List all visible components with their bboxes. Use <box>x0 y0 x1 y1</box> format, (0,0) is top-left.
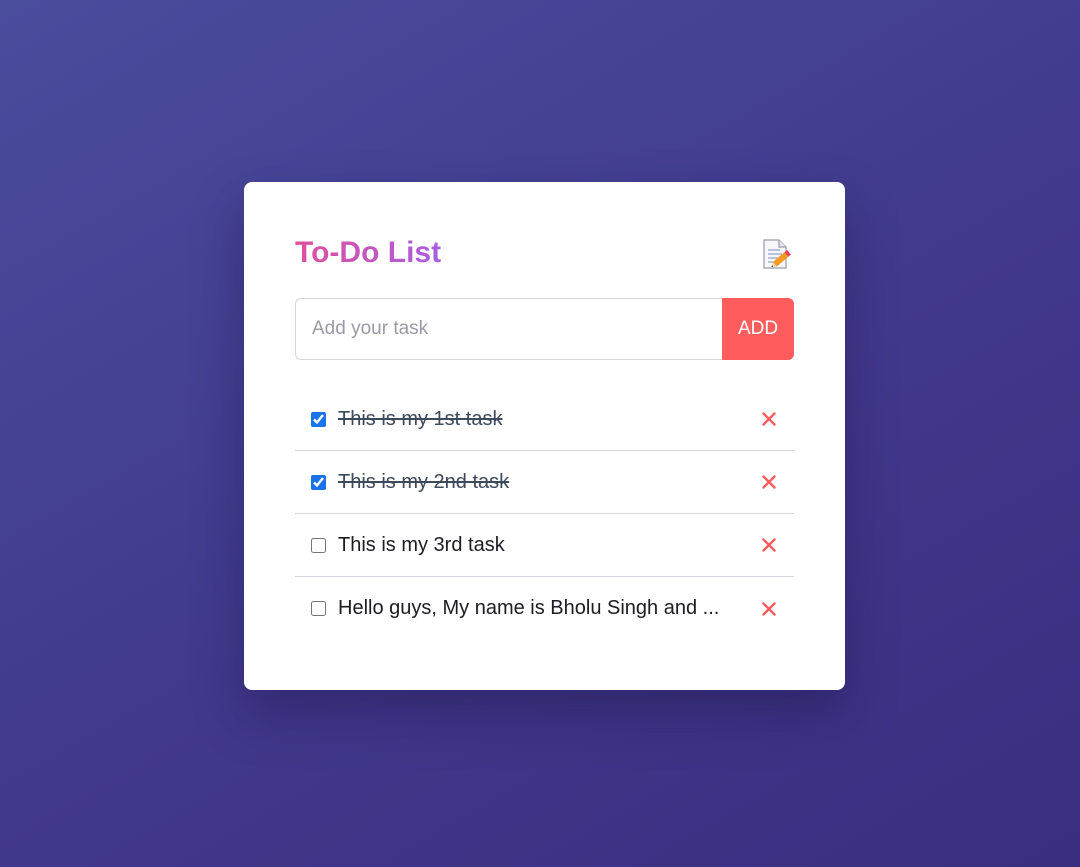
close-icon[interactable] <box>759 535 779 555</box>
task-item: This is my 1st task <box>295 388 794 451</box>
task-text[interactable]: This is my 2nd task <box>338 471 759 494</box>
close-icon[interactable] <box>759 409 779 429</box>
task-text[interactable]: This is my 1st task <box>338 408 759 431</box>
close-icon[interactable] <box>759 472 779 492</box>
add-button[interactable]: ADD <box>722 298 794 360</box>
memo-pencil-icon <box>760 237 792 271</box>
task-list: This is my 1st task This is my 2nd task … <box>295 388 794 640</box>
task-checkbox[interactable] <box>311 537 326 553</box>
task-input[interactable] <box>295 298 722 360</box>
task-text[interactable]: This is my 3rd task <box>338 534 759 557</box>
task-text[interactable]: Hello guys, My name is Bholu Singh and .… <box>338 597 759 620</box>
todo-header: To-Do List <box>295 182 794 298</box>
task-checkbox[interactable] <box>311 601 326 616</box>
task-item: This is my 3rd task <box>295 514 794 577</box>
todo-card: To-Do List ADD This <box>244 182 845 690</box>
task-checkbox[interactable] <box>311 474 326 490</box>
task-checkbox[interactable] <box>311 411 326 427</box>
close-icon[interactable] <box>759 599 779 619</box>
task-item: Hello guys, My name is Bholu Singh and .… <box>295 577 794 640</box>
add-task-row: ADD <box>295 298 794 360</box>
page-title: To-Do List <box>295 234 441 272</box>
task-item: This is my 2nd task <box>295 451 794 514</box>
